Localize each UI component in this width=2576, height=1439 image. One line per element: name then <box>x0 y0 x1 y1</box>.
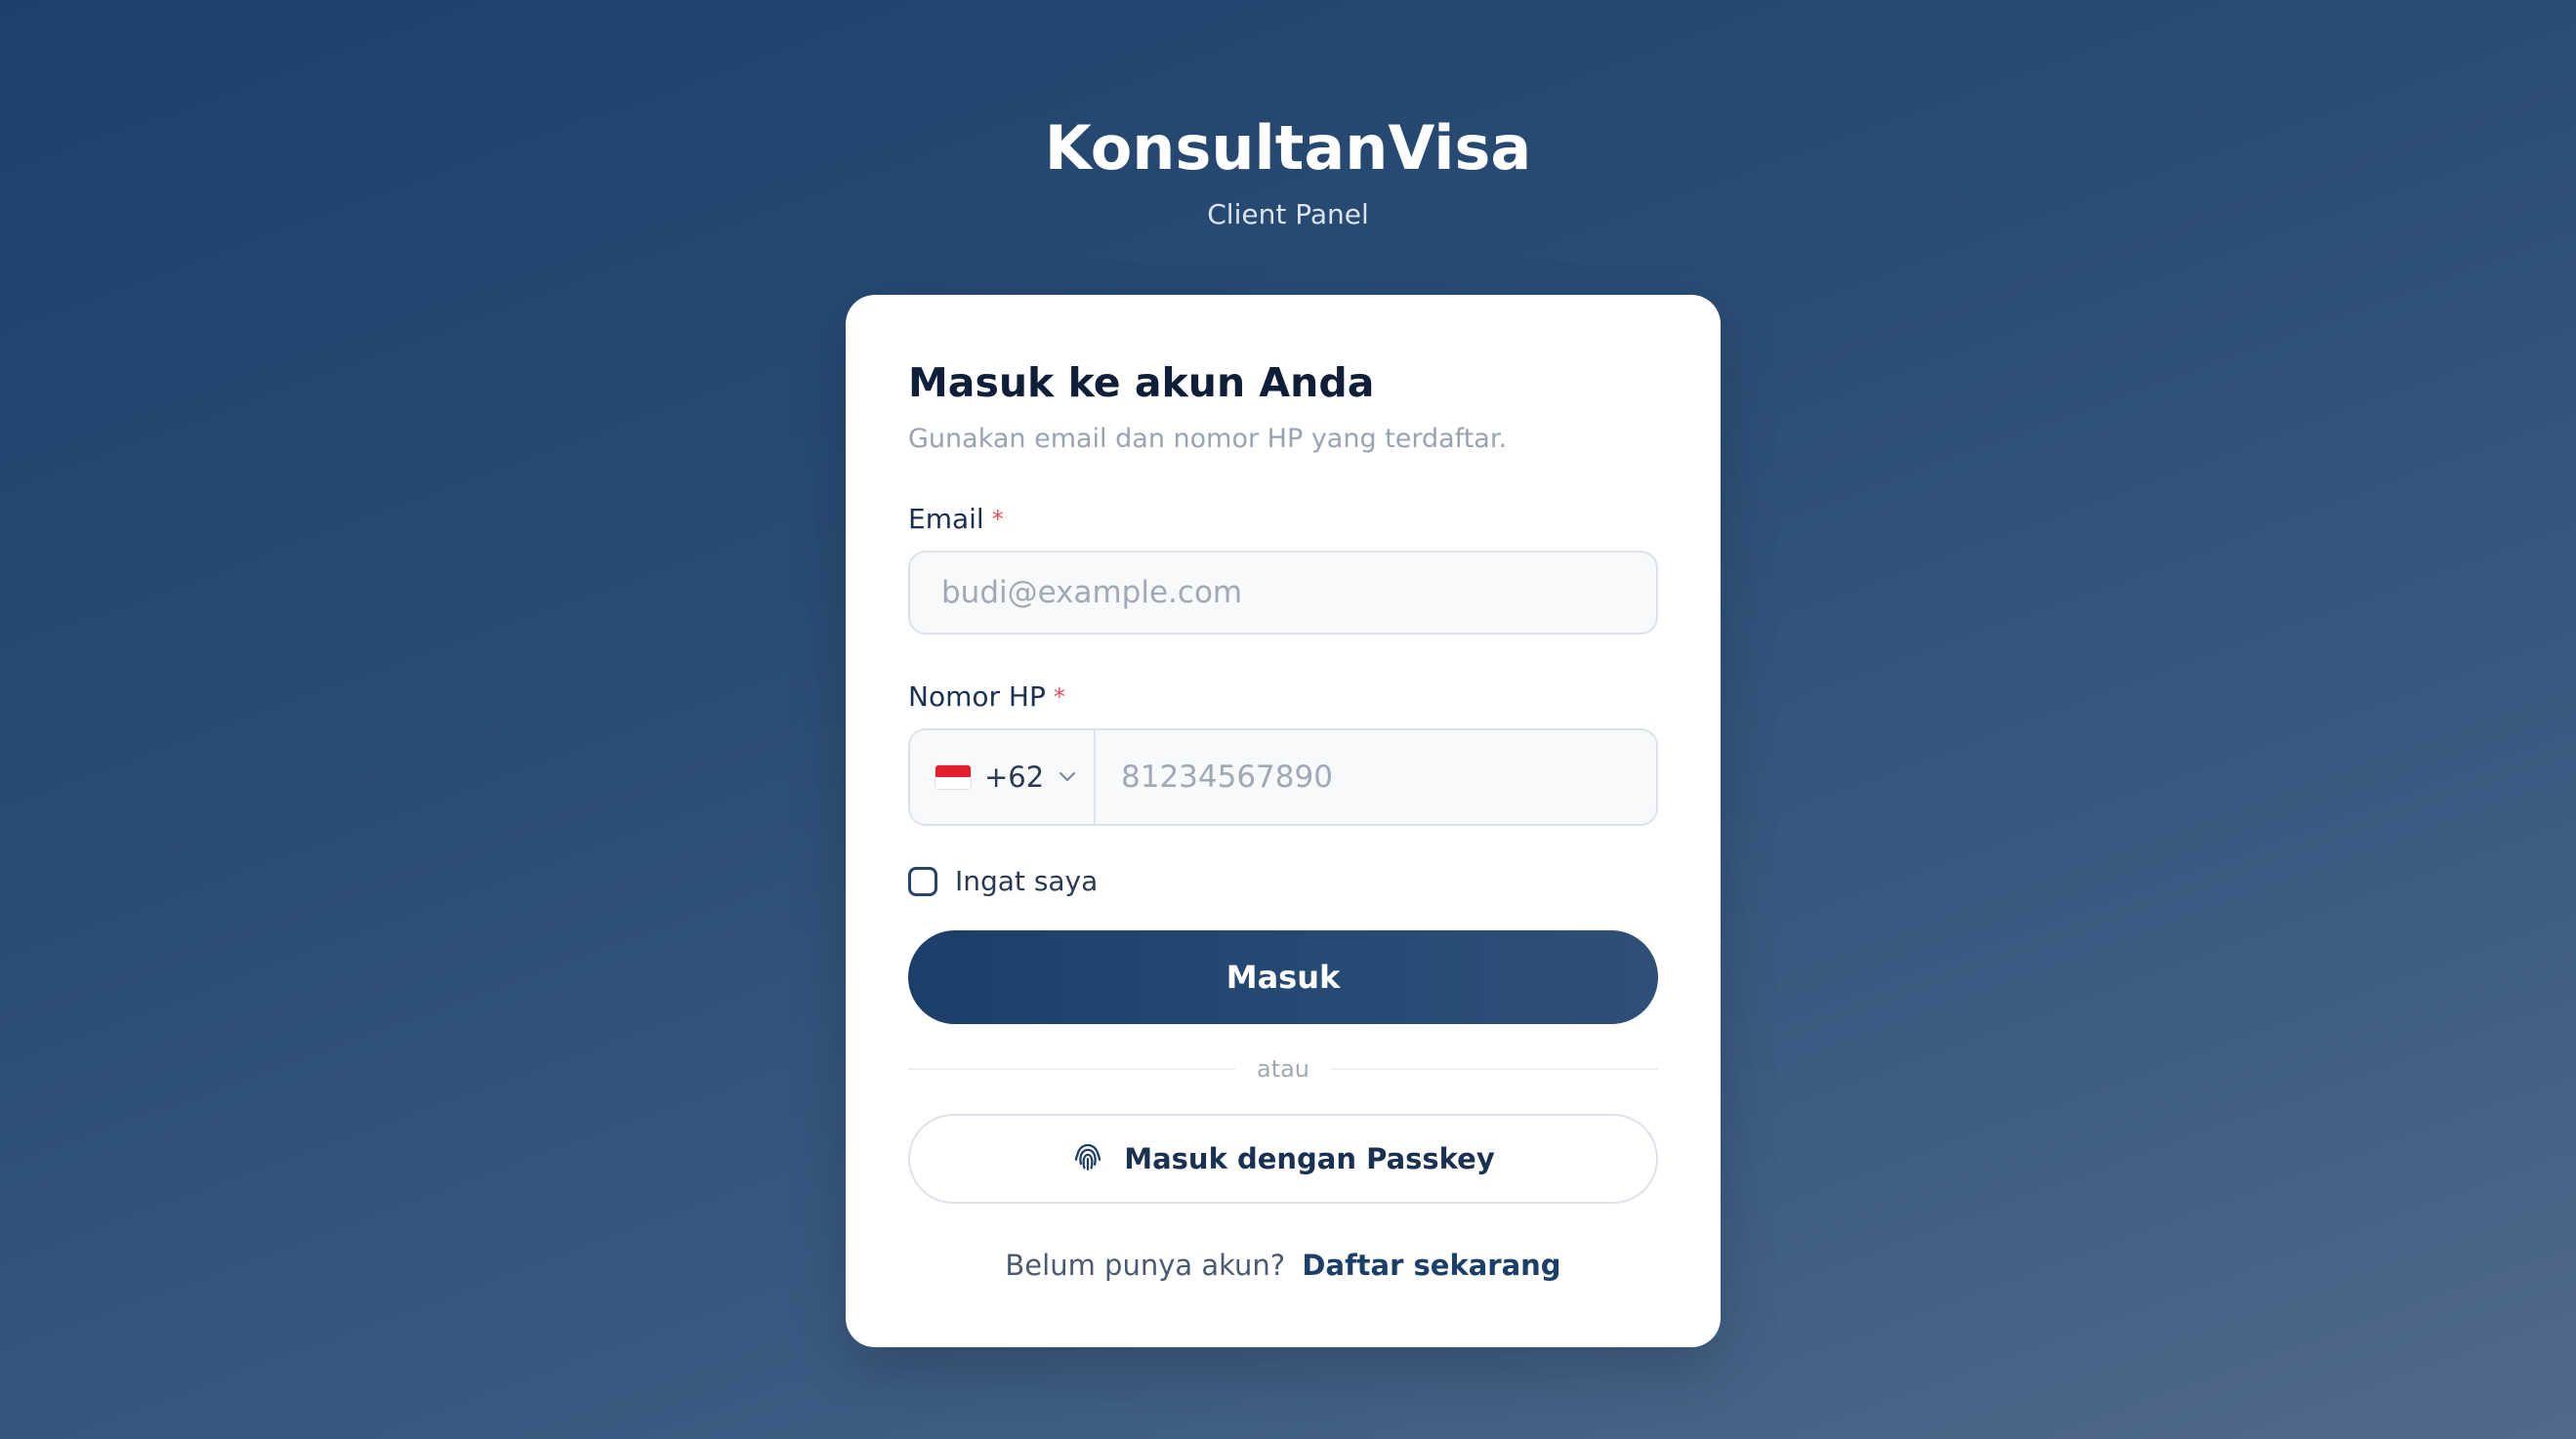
signup-prompt-text: Belum punya akun? <box>1005 1249 1286 1282</box>
email-label: Email * <box>908 500 1658 539</box>
chevron-down-icon <box>1058 771 1077 783</box>
signup-link[interactable]: Daftar sekarang <box>1302 1249 1560 1282</box>
fingerprint-icon <box>1071 1140 1104 1177</box>
brand-header: KonsultanVisa Client Panel <box>0 109 2576 234</box>
phone-input[interactable] <box>1096 730 1656 824</box>
login-subtitle: Gunakan email dan nomor HP yang terdafta… <box>908 424 1508 454</box>
phone-label-text: Nomor HP <box>908 680 1046 713</box>
signup-prompt: Belum punya akun? Daftar sekarang <box>908 1249 1658 1282</box>
login-button[interactable]: Masuk <box>908 930 1658 1024</box>
brand-title: KonsultanVisa <box>1044 112 1532 184</box>
divider-line-left <box>908 1068 1235 1070</box>
email-required-mark: * <box>991 506 1004 533</box>
phone-label: Nomor HP * <box>908 678 1658 717</box>
divider-line-right <box>1331 1068 1659 1070</box>
brand-subtitle: Client Panel <box>1207 198 1369 230</box>
email-input[interactable] <box>908 551 1658 635</box>
country-code-select[interactable]: +62 <box>910 730 1096 824</box>
indonesia-flag-icon <box>935 765 971 789</box>
phone-input-group: +62 <box>908 728 1658 826</box>
login-card: Masuk ke akun Anda Gunakan email dan nom… <box>846 295 1721 1347</box>
remember-me-checkbox[interactable] <box>908 866 937 896</box>
phone-required-mark: * <box>1053 683 1065 711</box>
country-code-value: +62 <box>984 761 1045 794</box>
passkey-login-button[interactable]: Masuk dengan Passkey <box>908 1114 1658 1204</box>
divider: atau <box>908 1055 1659 1083</box>
login-title: Masuk ke akun Anda <box>908 359 1375 406</box>
email-label-text: Email <box>908 503 984 535</box>
remember-me-label[interactable]: Ingat saya <box>955 865 1098 897</box>
divider-text: atau <box>1256 1055 1310 1083</box>
passkey-button-label: Masuk dengan Passkey <box>1124 1142 1495 1175</box>
remember-me-row: Ingat saya <box>908 865 1658 897</box>
